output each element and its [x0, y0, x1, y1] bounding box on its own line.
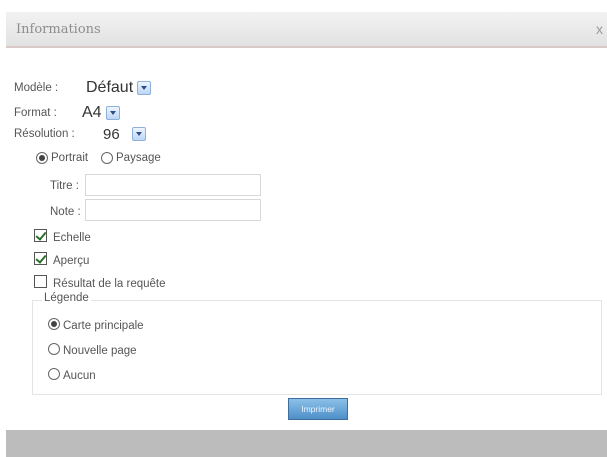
apercu-label: Aperçu — [53, 255, 90, 267]
modele-select[interactable]: Défaut — [86, 78, 152, 98]
paysage-label: Paysage — [116, 152, 161, 164]
paysage-radio[interactable] — [101, 152, 113, 164]
resolution-value: 96 — [103, 125, 120, 143]
chevron-down-icon[interactable] — [105, 106, 120, 120]
print-dialog: Informations x Modèle : Défaut Format : … — [0, 0, 607, 457]
titre-label: Titre : — [50, 180, 79, 192]
carte-principale-radio[interactable] — [48, 318, 60, 330]
dialog-titlebar[interactable]: Informations x — [6, 12, 607, 48]
chevron-down-icon[interactable] — [137, 81, 152, 95]
note-label: Note : — [50, 206, 81, 218]
resolution-label: Résolution : — [14, 128, 75, 140]
modele-label: Modèle : — [14, 82, 59, 94]
aucun-label: Aucun — [63, 370, 96, 382]
modele-value: Défaut — [86, 79, 134, 96]
echelle-checkbox[interactable] — [34, 229, 47, 242]
carte-principale-label: Carte principale — [63, 320, 144, 332]
chevron-down-icon[interactable] — [131, 127, 146, 141]
aucun-radio[interactable] — [48, 368, 60, 380]
dialog-title: Informations — [16, 22, 101, 37]
nouvelle-page-label: Nouvelle page — [63, 345, 137, 357]
note-input[interactable] — [85, 199, 261, 221]
dialog-footer — [6, 430, 607, 457]
resultat-requete-checkbox[interactable] — [34, 275, 47, 288]
titre-input[interactable] — [85, 174, 261, 196]
legende-title: Légende — [42, 292, 91, 304]
portrait-radio[interactable] — [36, 152, 48, 164]
format-label: Format : — [14, 107, 57, 119]
format-select[interactable]: A4 — [82, 103, 120, 123]
resolution-select[interactable]: 96 — [103, 124, 146, 144]
echelle-label: Echelle — [53, 232, 91, 244]
nouvelle-page-radio[interactable] — [48, 343, 60, 355]
close-icon[interactable]: x — [596, 21, 603, 37]
portrait-label: Portrait — [51, 152, 89, 164]
imprimer-button[interactable]: Imprimer — [288, 398, 348, 420]
format-value: A4 — [82, 104, 102, 121]
resultat-requete-label: Résultat de la requête — [53, 278, 166, 290]
apercu-checkbox[interactable] — [34, 252, 47, 265]
